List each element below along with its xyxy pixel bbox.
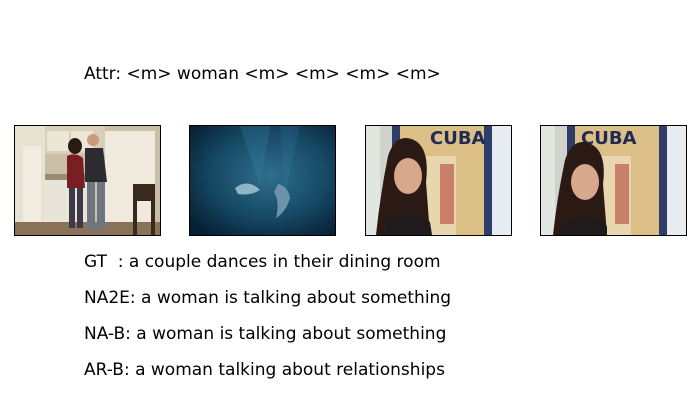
video-frame-1 — [14, 125, 161, 236]
woman-with-cuba-poster-icon: CUBA — [366, 126, 511, 235]
woman-with-cuba-poster-icon: CUBA — [541, 126, 686, 235]
poster-text: CUBA — [430, 128, 486, 149]
attribute-line: Attr: <m> woman <m> <m> <m> <m> — [84, 64, 441, 84]
couple-dancing-in-dining-room-icon — [15, 126, 160, 235]
video-frame-2 — [189, 125, 336, 236]
video-frame-3: CUBA — [365, 125, 512, 236]
underwater-dolphins-icon — [190, 126, 335, 235]
caption-gt: GT : a couple dances in their dining roo… — [84, 252, 441, 272]
caption-ar-b: AR-B: a woman talking about relationship… — [84, 360, 445, 380]
video-frame-4: CUBA — [540, 125, 687, 236]
caption-na-b: NA-B: a woman is talking about something — [84, 324, 447, 344]
caption-na2e: NA2E: a woman is talking about something — [84, 288, 452, 308]
